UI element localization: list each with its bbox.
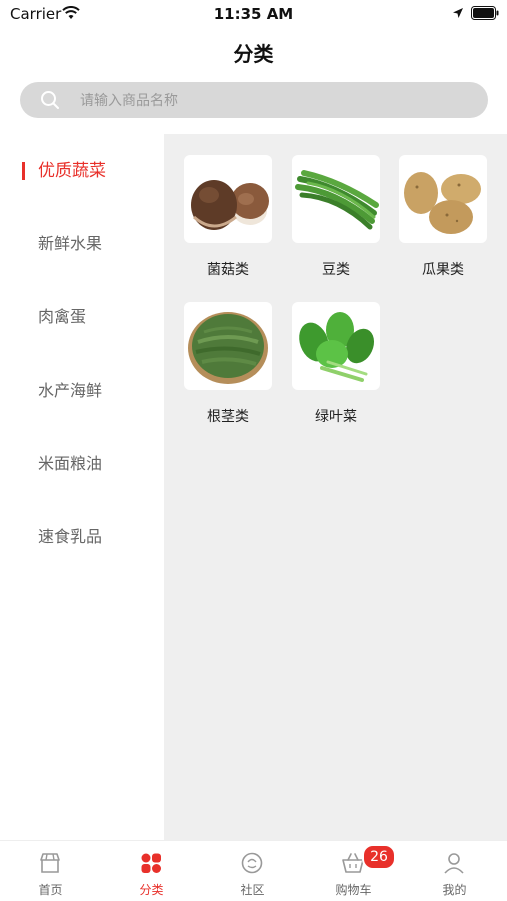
category-label: 瓜果类 [422,262,464,278]
sidebar-item-label: 优质蔬菜 [38,161,106,181]
sidebar-item-label: 肉禽蛋 [38,307,87,326]
sidebar-item-vegetables[interactable]: 优质蔬菜 [0,151,164,191]
sidebar-item-label: 新鲜水果 [38,234,103,253]
battery-icon [471,6,499,20]
status-bar: Carrier 11:35 AM [0,0,507,28]
sidebar-item-label: 米面粮油 [38,454,103,473]
category-sidebar: 优质蔬菜 新鲜水果 肉禽蛋 水产海鲜 米面粮油 速食乳品 [0,134,164,840]
tab-home[interactable]: 首页 [0,841,101,901]
category-gourds-fruits[interactable]: 瓜果类 [399,155,487,279]
category-leafy-greens[interactable]: 绿叶菜 [292,302,380,426]
status-time: 11:35 AM [213,5,294,23]
cart-count-badge: 26 [362,844,396,870]
search-bar[interactable] [20,82,488,120]
tab-label: 社区 [240,883,265,897]
category-mushroom[interactable]: 菌菇类 [184,155,272,279]
tab-label: 购物车 [335,883,372,897]
category-beans[interactable]: 豆类 [292,155,380,279]
mushroom-icon [184,155,272,243]
tab-label: 我的 [442,883,467,897]
page-title: 分类 [233,42,274,66]
sidebar-item-fruits[interactable]: 新鲜水果 [0,224,164,264]
category-content: 菌菇类 豆类 瓜果类 根茎类 绿叶菜 [164,134,507,840]
active-indicator [22,162,25,180]
tab-category[interactable]: 分类 [101,841,202,901]
sidebar-item-label: 水产海鲜 [38,381,103,400]
category-label: 菌菇类 [207,262,249,278]
root-vegetable-icon [184,302,272,390]
leafy-greens-icon [292,302,380,390]
sidebar-item-dairy[interactable]: 速食乳品 [0,517,164,557]
community-icon [241,852,263,874]
category-label: 根茎类 [207,409,249,425]
bean-icon [292,155,380,243]
location-arrow-icon [453,8,463,18]
tab-label: 分类 [139,883,164,897]
category-grid-icon [141,853,161,873]
tab-mine[interactable]: 我的 [404,841,505,901]
search-icon [41,91,59,109]
tab-label: 首页 [38,883,63,897]
category-root[interactable]: 根茎类 [184,302,272,426]
category-label: 绿叶菜 [315,409,357,425]
category-label: 豆类 [322,262,350,278]
shop-icon [40,853,60,873]
search-input[interactable] [78,82,462,120]
potato-icon [399,155,487,243]
sidebar-item-meat-eggs[interactable]: 肉禽蛋 [0,297,164,337]
sidebar-item-grain-oil[interactable]: 米面粮油 [0,444,164,484]
tab-community[interactable]: 社区 [202,841,303,901]
user-icon [444,853,464,874]
tab-bar: 首页 分类 社区 购物车 我的 [0,840,507,901]
sidebar-item-seafood[interactable]: 水产海鲜 [0,371,164,411]
sidebar-item-label: 速食乳品 [38,527,103,546]
